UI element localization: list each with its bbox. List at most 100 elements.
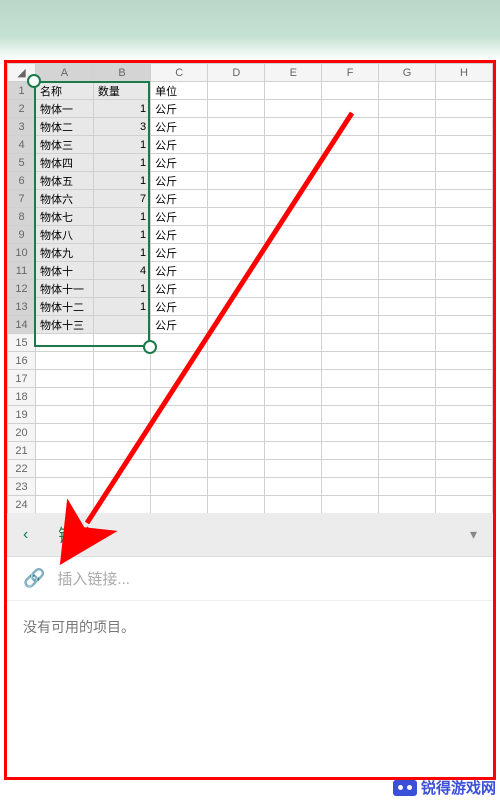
cell-A9[interactable]: 物体八: [36, 226, 94, 244]
cell-A2[interactable]: 物体一: [36, 100, 94, 118]
cell-B16[interactable]: [93, 352, 150, 370]
cell-D17[interactable]: [208, 370, 265, 388]
cell-G21[interactable]: [379, 442, 436, 460]
cell-C5[interactable]: 公斤: [151, 154, 208, 172]
cell-B23[interactable]: [93, 478, 150, 496]
cell-E15[interactable]: [265, 334, 322, 352]
cell-D13[interactable]: [208, 298, 265, 316]
cell-E2[interactable]: [265, 100, 322, 118]
row-header-24[interactable]: 24: [8, 496, 36, 514]
cell-H13[interactable]: [436, 298, 493, 316]
cell-D9[interactable]: [208, 226, 265, 244]
cell-E7[interactable]: [265, 190, 322, 208]
cell-G10[interactable]: [379, 244, 436, 262]
cell-D3[interactable]: [208, 118, 265, 136]
cell-B1[interactable]: 数量: [93, 82, 150, 100]
column-header-G[interactable]: G: [379, 64, 436, 82]
cell-B15[interactable]: [93, 334, 150, 352]
cell-C11[interactable]: 公斤: [151, 262, 208, 280]
cell-A1[interactable]: 名称: [36, 82, 94, 100]
cell-E22[interactable]: [265, 460, 322, 478]
cell-H11[interactable]: [436, 262, 493, 280]
cell-B20[interactable]: [93, 424, 150, 442]
cell-F20[interactable]: [322, 424, 379, 442]
cell-G24[interactable]: [379, 496, 436, 514]
cell-H22[interactable]: [436, 460, 493, 478]
cell-C7[interactable]: 公斤: [151, 190, 208, 208]
cell-E14[interactable]: [265, 316, 322, 334]
cell-G3[interactable]: [379, 118, 436, 136]
cell-D4[interactable]: [208, 136, 265, 154]
cell-D21[interactable]: [208, 442, 265, 460]
row-header-22[interactable]: 22: [8, 460, 36, 478]
cell-E12[interactable]: [265, 280, 322, 298]
cell-G19[interactable]: [379, 406, 436, 424]
cell-B3[interactable]: 3: [93, 118, 150, 136]
cell-D12[interactable]: [208, 280, 265, 298]
row-header-20[interactable]: 20: [8, 424, 36, 442]
spreadsheet-grid[interactable]: ◢ABCDEFGH1名称数量单位2物体一1公斤3物体二3公斤4物体三1公斤5物体…: [7, 63, 493, 513]
cell-D23[interactable]: [208, 478, 265, 496]
cell-D18[interactable]: [208, 388, 265, 406]
cell-E23[interactable]: [265, 478, 322, 496]
row-header-7[interactable]: 7: [8, 190, 36, 208]
cell-E1[interactable]: [265, 82, 322, 100]
cell-E20[interactable]: [265, 424, 322, 442]
row-header-14[interactable]: 14: [8, 316, 36, 334]
cell-C14[interactable]: 公斤: [151, 316, 208, 334]
cell-E16[interactable]: [265, 352, 322, 370]
cell-H12[interactable]: [436, 280, 493, 298]
cell-A12[interactable]: 物体十一: [36, 280, 94, 298]
cell-H16[interactable]: [436, 352, 493, 370]
cell-D10[interactable]: [208, 244, 265, 262]
row-header-6[interactable]: 6: [8, 172, 36, 190]
cell-H1[interactable]: [436, 82, 493, 100]
cell-E8[interactable]: [265, 208, 322, 226]
cell-H17[interactable]: [436, 370, 493, 388]
row-header-19[interactable]: 19: [8, 406, 36, 424]
cell-B12[interactable]: 1: [93, 280, 150, 298]
cell-H6[interactable]: [436, 172, 493, 190]
cell-H2[interactable]: [436, 100, 493, 118]
cell-G13[interactable]: [379, 298, 436, 316]
cell-A23[interactable]: [36, 478, 94, 496]
cell-H4[interactable]: [436, 136, 493, 154]
cell-F19[interactable]: [322, 406, 379, 424]
cell-G7[interactable]: [379, 190, 436, 208]
cell-F6[interactable]: [322, 172, 379, 190]
cell-H23[interactable]: [436, 478, 493, 496]
cell-E10[interactable]: [265, 244, 322, 262]
cell-E11[interactable]: [265, 262, 322, 280]
cell-F21[interactable]: [322, 442, 379, 460]
cell-F17[interactable]: [322, 370, 379, 388]
cell-G18[interactable]: [379, 388, 436, 406]
cell-H3[interactable]: [436, 118, 493, 136]
cell-F13[interactable]: [322, 298, 379, 316]
dropdown-icon[interactable]: ▾: [470, 526, 477, 543]
cell-G11[interactable]: [379, 262, 436, 280]
cell-A8[interactable]: 物体七: [36, 208, 94, 226]
cell-C9[interactable]: 公斤: [151, 226, 208, 244]
cell-D1[interactable]: [208, 82, 265, 100]
cell-F15[interactable]: [322, 334, 379, 352]
cell-B7[interactable]: 7: [93, 190, 150, 208]
cell-A22[interactable]: [36, 460, 94, 478]
cell-F11[interactable]: [322, 262, 379, 280]
cell-H9[interactable]: [436, 226, 493, 244]
selection-handle-top[interactable]: [27, 74, 41, 88]
cell-C8[interactable]: 公斤: [151, 208, 208, 226]
cell-F5[interactable]: [322, 154, 379, 172]
cell-A16[interactable]: [36, 352, 94, 370]
cell-B4[interactable]: 1: [93, 136, 150, 154]
cell-B9[interactable]: 1: [93, 226, 150, 244]
cell-G15[interactable]: [379, 334, 436, 352]
cell-G5[interactable]: [379, 154, 436, 172]
cell-A3[interactable]: 物体二: [36, 118, 94, 136]
cell-A6[interactable]: 物体五: [36, 172, 94, 190]
column-header-D[interactable]: D: [208, 64, 265, 82]
cell-B8[interactable]: 1: [93, 208, 150, 226]
cell-H5[interactable]: [436, 154, 493, 172]
cell-D20[interactable]: [208, 424, 265, 442]
cell-G17[interactable]: [379, 370, 436, 388]
cell-E6[interactable]: [265, 172, 322, 190]
